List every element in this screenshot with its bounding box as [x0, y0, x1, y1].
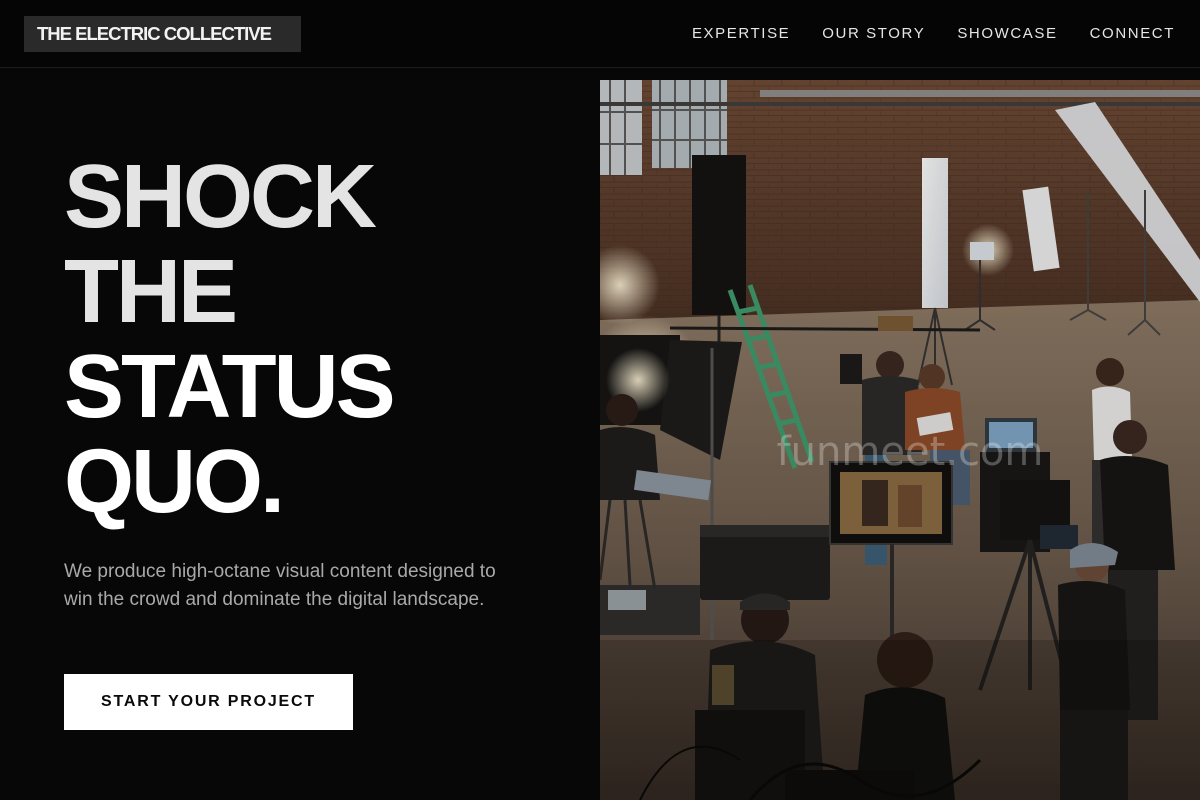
hero-image: funmeet.com [600, 80, 1200, 800]
nav-link-expertise[interactable]: EXPERTISE [692, 25, 790, 42]
hero-subtitle: We produce high-octane visual content de… [64, 561, 496, 610]
hero-title-line: SHOCK [64, 147, 377, 247]
nav-link-connect[interactable]: CONNECT [1090, 25, 1175, 42]
nav-link-our-story[interactable]: OUR STORY [822, 25, 925, 42]
film-crew-in-warehouse-photo: funmeet.com [600, 80, 1200, 800]
brand-logo[interactable]: THE ELECTRIC COLLECTIVE [24, 16, 301, 52]
main-nav: EXPERTISE OUR STORY SHOWCASE CONNECT [660, 0, 1175, 66]
start-project-button[interactable]: START YOUR PROJECT [64, 674, 353, 730]
site-header: THE ELECTRIC COLLECTIVE EXPERTISE OUR ST… [0, 0, 1200, 68]
hero-title-line: QUO. [64, 432, 285, 532]
nav-link-showcase[interactable]: SHOWCASE [957, 25, 1057, 42]
image-watermark: funmeet.com [777, 429, 1044, 475]
hero-title: SHOCK THE STATUS QUO. [64, 150, 584, 530]
hero-title-line: THE [64, 242, 238, 342]
hero-title-line: STATUS [64, 337, 396, 437]
